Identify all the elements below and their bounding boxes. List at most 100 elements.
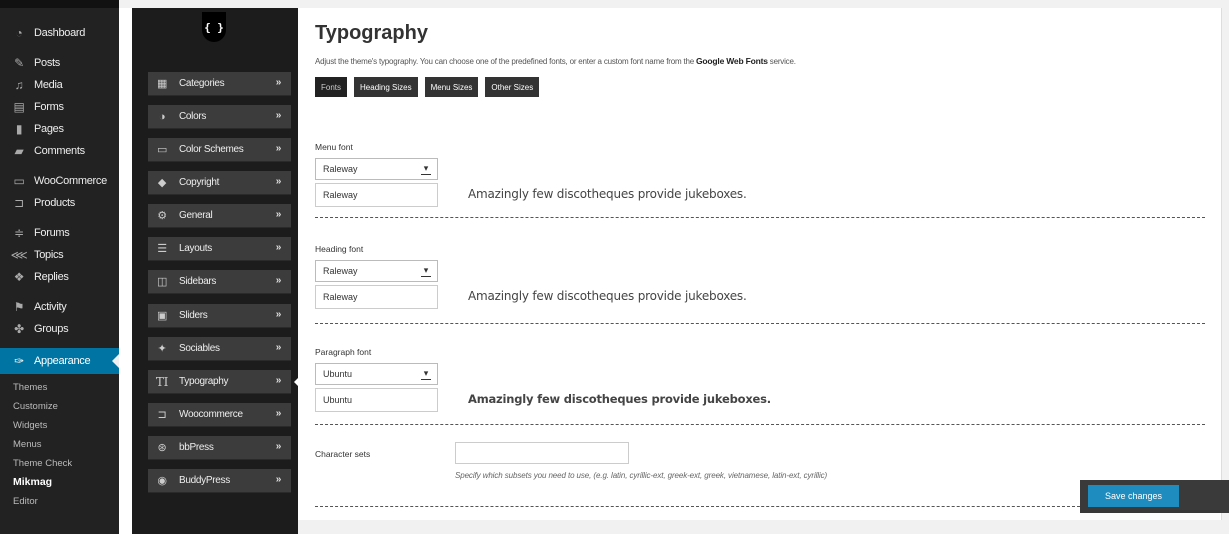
heading-font-preview: Amazingly few discotheques provide jukeb… xyxy=(468,289,747,303)
arrow-icon: » xyxy=(275,408,282,419)
arrow-icon: » xyxy=(275,176,282,187)
options-item-woocommerce[interactable]: ⊐ Woocommerce» xyxy=(148,403,291,427)
save-button[interactable]: Save changes xyxy=(1088,485,1179,507)
options-item-color-schemes[interactable]: ▭ Color Schemes» xyxy=(148,138,291,162)
submenu-theme-check[interactable]: Theme Check xyxy=(0,454,119,473)
menu-item-woocommerce[interactable]: ▭ WooCommerce xyxy=(0,170,119,192)
submenu-widgets[interactable]: Widgets xyxy=(0,416,119,435)
admin-sidebar: ◔ Dashboard ✎ Posts ♫ Media ▤ Forms ▮ Pages ▰… xyxy=(0,0,119,534)
list-icon: ☰ xyxy=(157,243,167,255)
chevron-down-icon: ▾ xyxy=(421,163,431,175)
theme-options-nav: { } ▦ Categories» ◑ Colors» ▭ Color Schemes… xyxy=(132,8,300,534)
arrow-icon: » xyxy=(275,110,282,121)
arrow-icon: » xyxy=(275,309,282,320)
divider xyxy=(315,506,1080,507)
menu-font-preview: Amazingly few discotheques provide jukeb… xyxy=(468,187,747,201)
paragraph-font-custom-input[interactable]: Ubuntu xyxy=(315,388,438,412)
menu-font-custom-input[interactable]: Raleway xyxy=(315,183,438,207)
arrow-icon: » xyxy=(275,209,282,220)
page-description: Adjust the theme's typography. You can c… xyxy=(315,56,796,66)
groups-icon: ✤ xyxy=(14,322,24,336)
arrow-icon: » xyxy=(275,275,282,286)
options-item-categories[interactable]: ▦ Categories» xyxy=(148,72,291,96)
page-title: Typography xyxy=(315,22,428,44)
tab-heading-sizes[interactable]: Heading Sizes xyxy=(354,77,418,97)
arrow-icon: » xyxy=(275,474,282,485)
options-item-bbpress[interactable]: ⊛ bbPress» xyxy=(148,436,291,460)
menu-item-topics[interactable]: ⋘ Topics xyxy=(0,244,119,266)
buddypress-icon: ◉ xyxy=(157,475,167,487)
submenu-customize[interactable]: Customize xyxy=(0,397,119,416)
grid-icon: ▦ xyxy=(156,78,168,90)
options-item-sidebars[interactable]: ◫ Sidebars» xyxy=(148,270,291,294)
text-size-icon: TI xyxy=(155,374,169,389)
options-item-buddypress[interactable]: ◉ BuddyPress» xyxy=(148,469,291,493)
tab-menu-sizes[interactable]: Menu Sizes xyxy=(424,77,479,97)
divider xyxy=(315,323,1205,324)
menu-item-pages[interactable]: ▮ Pages xyxy=(0,118,119,140)
appearance-submenu: Themes Customize Widgets Menus Theme Che… xyxy=(0,374,119,511)
columns-icon: ◫ xyxy=(156,276,168,288)
divider xyxy=(315,217,1205,218)
menu-item-products[interactable]: ⊐ Products xyxy=(0,192,119,214)
brush-icon: ✑ xyxy=(14,354,24,368)
paragraph-font-select[interactable]: Ubuntu ▾ xyxy=(315,363,438,385)
menu-item-replies[interactable]: ❖ Replies xyxy=(0,266,119,288)
google-fonts-link[interactable]: Google Web Fonts xyxy=(696,56,768,66)
submenu-menus[interactable]: Menus xyxy=(0,435,119,454)
charset-hint: Specify which subsets you need to use, (… xyxy=(455,471,828,480)
submenu-editor[interactable]: Editor xyxy=(0,492,119,511)
topics-icon: ⋘ xyxy=(10,248,28,262)
arrow-icon: » xyxy=(275,342,282,353)
heading-font-select[interactable]: Raleway ▾ xyxy=(315,260,438,282)
theme-logo: { } xyxy=(202,12,226,42)
gutter xyxy=(119,8,132,534)
submenu-mikmag[interactable]: Mikmag xyxy=(0,473,119,492)
pin-icon: ✎ xyxy=(14,56,24,70)
options-item-typography[interactable]: TI Typography» xyxy=(148,370,300,394)
menu-item-groups[interactable]: ✤ Groups xyxy=(0,318,119,340)
contrast-icon: ◑ xyxy=(158,110,166,123)
menu-item-posts[interactable]: ✎ Posts xyxy=(0,52,119,74)
options-item-colors[interactable]: ◑ Colors» xyxy=(148,105,291,129)
menu-font-select[interactable]: Raleway ▾ xyxy=(315,158,438,180)
replies-icon: ❖ xyxy=(13,270,25,284)
menu-item-media[interactable]: ♫ Media xyxy=(0,74,119,96)
options-item-sliders[interactable]: ▣ Sliders» xyxy=(148,304,291,328)
image-icon: ▣ xyxy=(156,310,168,322)
submenu-themes[interactable]: Themes xyxy=(0,378,119,397)
tab-other-sizes[interactable]: Other Sizes xyxy=(485,77,540,97)
menu-item-appearance[interactable]: ✑ Appearance xyxy=(0,348,119,374)
comment-icon: ▰ xyxy=(14,144,24,158)
dashboard-icon: ◔ xyxy=(15,26,23,40)
charset-label: Character sets xyxy=(315,449,371,459)
woocommerce-icon: ▭ xyxy=(13,174,25,188)
menu-item-activity[interactable]: ⚑ Activity xyxy=(0,296,119,318)
media-icon: ♫ xyxy=(14,78,24,92)
twitter-icon: ✦ xyxy=(157,343,167,355)
typography-tabs: Fonts Heading Sizes Menu Sizes Other Siz… xyxy=(315,77,540,97)
paragraph-font-preview: Amazingly few discotheques provide jukeb… xyxy=(468,392,771,406)
menu-item-forums[interactable]: ≑ Forums xyxy=(0,222,119,244)
menu-item-forms[interactable]: ▤ Forms xyxy=(0,96,119,118)
options-item-copyright[interactable]: ◆ Copyright» xyxy=(148,171,291,195)
cart-icon: ⊐ xyxy=(157,409,167,421)
options-item-sociables[interactable]: ✦ Sociables» xyxy=(148,337,291,361)
charset-input[interactable] xyxy=(455,442,629,464)
heading-font-label: Heading font xyxy=(315,244,364,254)
cart-icon: ⊐ xyxy=(14,196,24,210)
activity-icon: ⚑ xyxy=(13,300,25,314)
paragraph-font-label: Paragraph font xyxy=(315,347,372,357)
cogs-icon: ⚙ xyxy=(157,210,167,222)
menu-font-label: Menu font xyxy=(315,142,353,152)
menu-item-dashboard[interactable]: ◔ Dashboard xyxy=(0,22,119,44)
tab-fonts[interactable]: Fonts xyxy=(315,77,348,97)
menu-item-comments[interactable]: ▰ Comments xyxy=(0,140,119,162)
options-item-layouts[interactable]: ☰ Layouts» xyxy=(148,237,291,261)
chevron-down-icon: ▾ xyxy=(421,368,431,380)
forums-icon: ≑ xyxy=(14,226,24,240)
options-item-general[interactable]: ⚙ General» xyxy=(148,204,291,228)
heading-font-custom-input[interactable]: Raleway xyxy=(315,285,438,309)
save-bar: Save changes xyxy=(1080,480,1229,513)
divider xyxy=(315,424,1205,425)
